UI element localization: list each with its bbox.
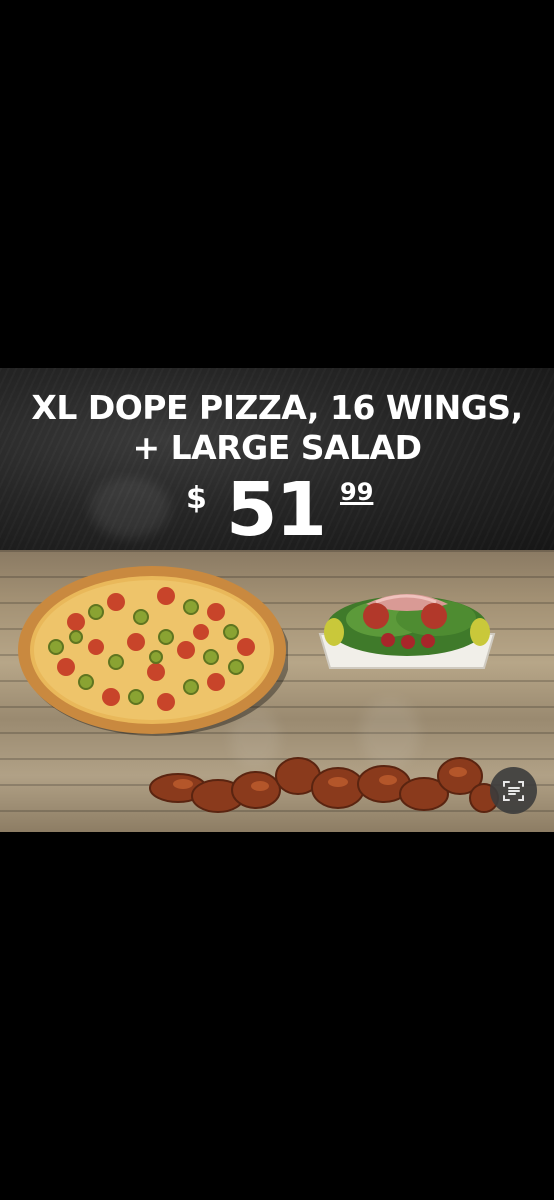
promo-banner-image: XL DOPE PIZZA, 16 WINGS, + LARGE SALAD $… <box>0 368 554 832</box>
headline-line-2: + LARGE SALAD <box>132 428 422 467</box>
salad-image <box>318 594 496 669</box>
price-currency: $ <box>186 481 207 516</box>
price-dollars: 51 <box>226 467 327 553</box>
steam-decoration <box>90 478 170 538</box>
scan-text-icon <box>502 780 524 801</box>
wings-image <box>149 757 499 813</box>
pizza-image <box>18 566 288 736</box>
headline-line-1: XL DOPE PIZZA, 16 WINGS, <box>31 388 523 427</box>
price-cents: 99 <box>340 478 374 506</box>
scan-text-button[interactable] <box>490 767 537 814</box>
